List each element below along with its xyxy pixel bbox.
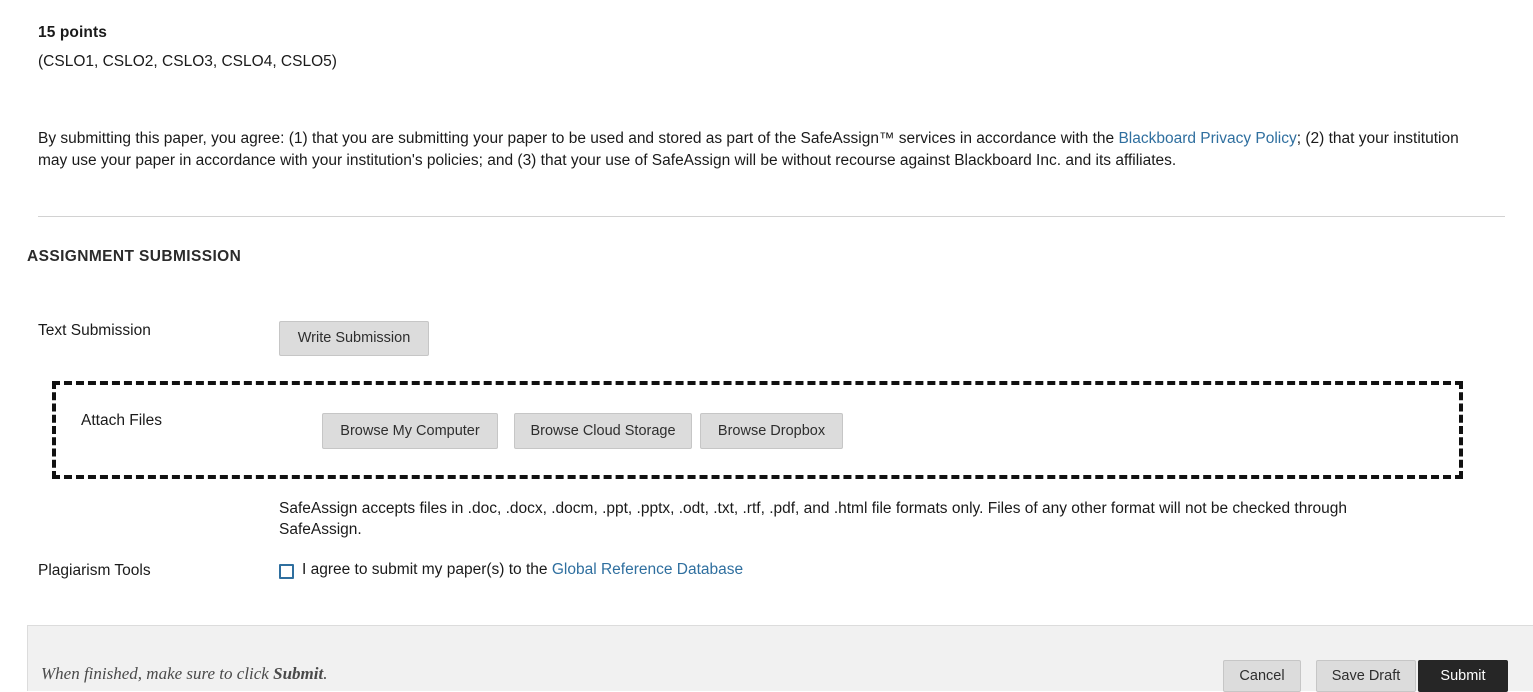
finish-note-submit-word: Submit [273, 664, 324, 683]
write-submission-button[interactable]: Write Submission [279, 321, 429, 356]
text-submission-label: Text Submission [38, 322, 151, 339]
action-bar: When finished, make sure to click Submit… [27, 625, 1533, 692]
browse-my-computer-button[interactable]: Browse My Computer [322, 413, 498, 449]
assignment-submission-section-header: ASSIGNMENT SUBMISSION [27, 248, 1533, 272]
browse-dropbox-button[interactable]: Browse Dropbox [700, 413, 843, 449]
finish-instruction-note: When finished, make sure to click Submit… [41, 664, 327, 684]
global-reference-database-checkbox[interactable] [279, 563, 294, 579]
finish-note-after: . [323, 664, 328, 683]
course-outcomes-line: (CSLO1, CSLO2, CSLO3, CSLO4, CSLO5) [38, 53, 337, 70]
global-reference-database-link[interactable]: Global Reference Database [552, 561, 743, 578]
safeassign-file-formats-note: SafeAssign accepts files in .doc, .docx,… [279, 500, 1347, 538]
submit-button[interactable]: Submit [1418, 660, 1508, 692]
blackboard-privacy-policy-link[interactable]: Blackboard Privacy Policy [1118, 130, 1296, 147]
plagiarism-tools-label: Plagiarism Tools [38, 562, 151, 579]
browse-cloud-storage-button[interactable]: Browse Cloud Storage [514, 413, 692, 449]
finish-note-before: When finished, make sure to click [41, 664, 274, 683]
attach-files-label: Attach Files [81, 412, 162, 429]
agree-text: I agree to submit my paper(s) to the [302, 561, 552, 578]
top-divider [38, 216, 1505, 217]
agreement-text-part1: By submitting this paper, you agree: (1)… [38, 130, 1119, 147]
save-draft-button[interactable]: Save Draft [1316, 660, 1416, 692]
global-reference-database-row: I agree to submit my paper(s) to the Glo… [279, 561, 743, 579]
safeassign-agreement-text: By submitting this paper, you agree: (1)… [38, 128, 1463, 172]
cancel-button[interactable]: Cancel [1223, 660, 1301, 692]
points-heading: 15 points [38, 24, 107, 41]
global-reference-database-agree-text: I agree to submit my paper(s) to the Glo… [302, 561, 743, 579]
section-title: ASSIGNMENT SUBMISSION [27, 248, 260, 266]
